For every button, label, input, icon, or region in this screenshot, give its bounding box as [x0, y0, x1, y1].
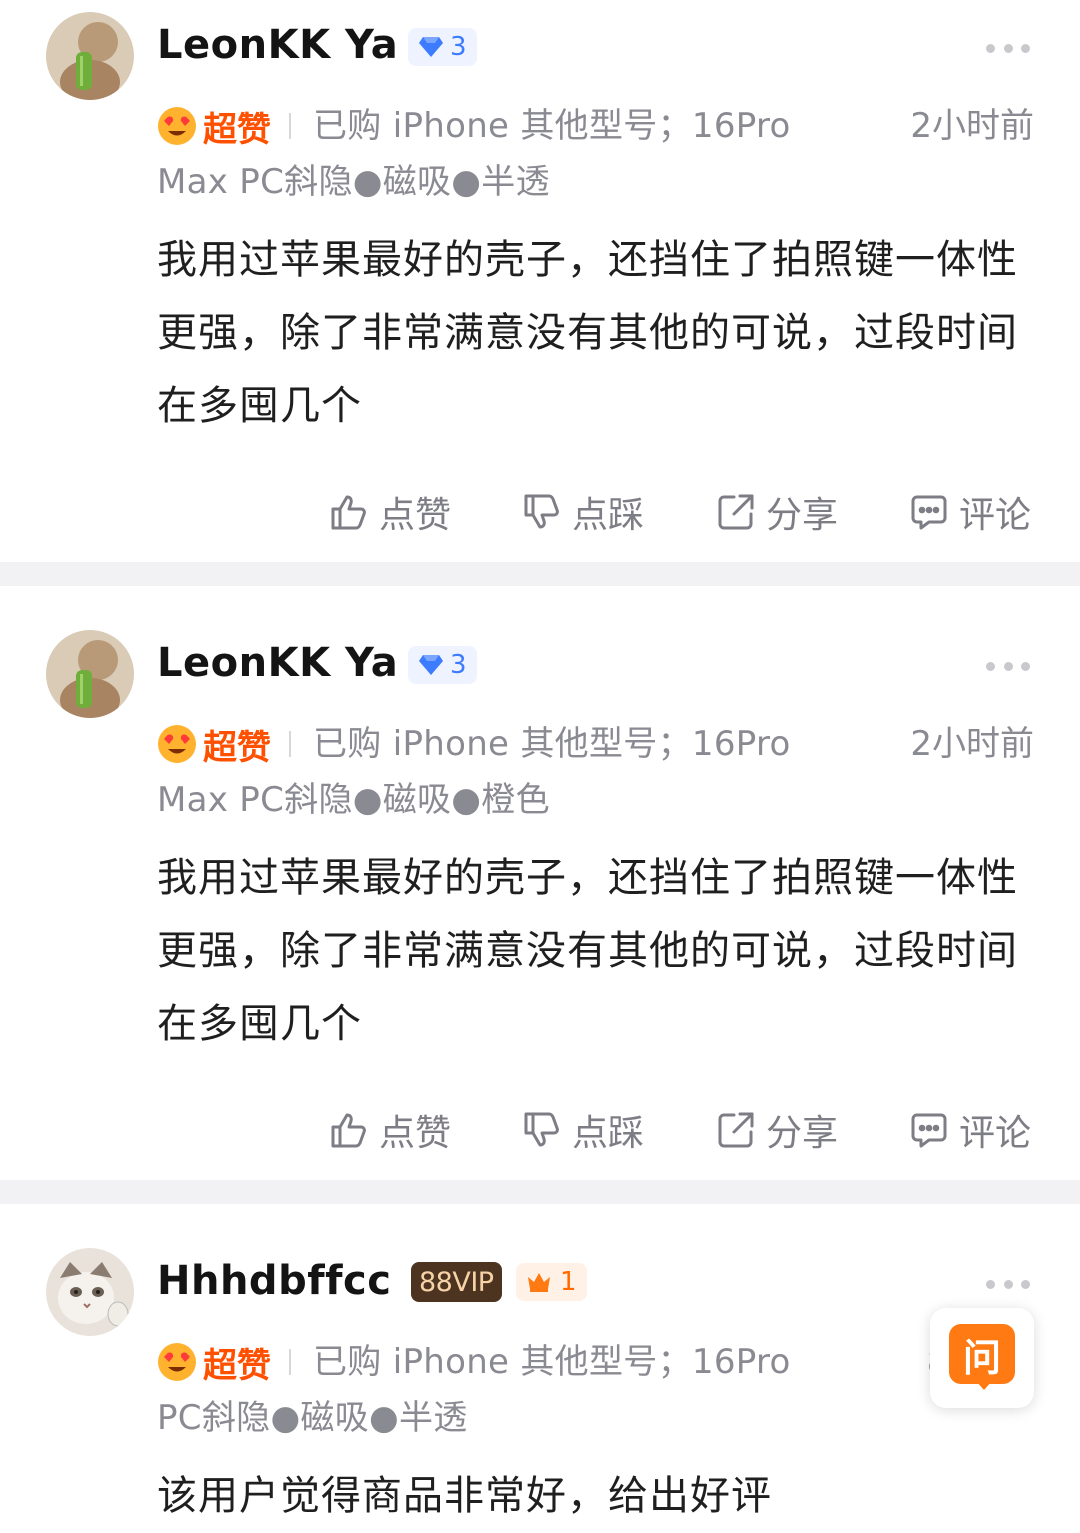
avatar[interactable] — [46, 630, 134, 718]
like-button[interactable]: 点赞 — [329, 486, 451, 538]
dislike-button[interactable]: 点踩 — [522, 1104, 644, 1156]
thumb-up-icon — [331, 495, 366, 530]
review-content: 我用过苹果最好的壳子，还挡住了拍照键一体性更强，除了非常满意没有其他的可说，过段… — [157, 855, 1018, 1047]
review-time: 2小时前 — [910, 106, 1034, 146]
level-badge: 3 — [408, 646, 477, 684]
level-badge: 1 — [516, 1263, 587, 1301]
vip-badge: 88VIP — [411, 1262, 502, 1302]
share-label: 分享 — [766, 495, 839, 536]
purchase-spec: 已购 iPhone 其他型号；16Pro Max PC斜隐●磁吸●橙色 — [157, 724, 791, 820]
comment-label: 评论 — [959, 495, 1032, 536]
purchase-spec: 已购 iPhone 其他型号；16Pro Max PC斜隐●磁吸●半透 — [157, 106, 791, 202]
action-bar: 点赞 点踩 分享 评论 — [0, 486, 1080, 536]
level-number: 1 — [560, 1267, 577, 1297]
review-card: Hhhdbffcc 88VIP 1 超赞 已购 iPhone 其他型号；16Pr… — [0, 1204, 1080, 1531]
like-label: 点赞 — [379, 1113, 452, 1154]
review-card: LeonKK Ya 3 超赞 已购 iPhone 其他型号；16Pro Max … — [0, 586, 1080, 1178]
ask-icon: 问 — [949, 1324, 1015, 1384]
thumb-down-icon — [524, 494, 559, 529]
username[interactable]: LeonKK Ya — [157, 640, 398, 686]
share-button[interactable]: 分享 — [716, 1104, 838, 1156]
avatar[interactable] — [46, 12, 134, 100]
level-number: 3 — [450, 32, 467, 62]
crown-icon — [528, 1273, 550, 1292]
level-number: 3 — [450, 650, 467, 680]
comment-label: 评论 — [959, 1113, 1032, 1154]
ask-label: 问 — [962, 1335, 1001, 1380]
comment-button[interactable]: 评论 — [909, 1104, 1031, 1156]
share-icon — [718, 1112, 754, 1148]
separator — [0, 1180, 1080, 1204]
review-time: 2小时前 — [910, 724, 1034, 764]
ask-icon-tail — [975, 1380, 993, 1390]
share-icon — [718, 494, 754, 530]
more-icon[interactable] — [986, 43, 1030, 53]
thumb-down-icon — [524, 1112, 559, 1147]
diamond-icon — [419, 655, 443, 675]
review-content: 我用过苹果最好的壳子，还挡住了拍照键一体性更强，除了非常满意没有其他的可说，过段… — [157, 237, 1018, 429]
more-icon[interactable] — [986, 1279, 1030, 1289]
share-button[interactable]: 分享 — [716, 486, 838, 538]
share-label: 分享 — [766, 1113, 839, 1154]
like-button[interactable]: 点赞 — [329, 1104, 451, 1156]
comment-button[interactable]: 评论 — [909, 486, 1031, 538]
ask-button[interactable]: 问 — [930, 1308, 1034, 1408]
dislike-label: 点踩 — [572, 495, 645, 536]
avatar[interactable] — [46, 1248, 134, 1336]
comment-icon — [911, 495, 947, 530]
dislike-label: 点踩 — [572, 1113, 645, 1154]
username[interactable]: Hhhdbffcc — [157, 1258, 391, 1304]
separator — [0, 562, 1080, 586]
dislike-button[interactable]: 点踩 — [522, 486, 644, 538]
diamond-icon — [419, 37, 443, 57]
comment-icon — [911, 1113, 947, 1148]
action-bar: 点赞 点踩 分享 评论 — [0, 1104, 1080, 1154]
more-icon[interactable] — [986, 661, 1030, 671]
review-card: LeonKK Ya 3 超赞 已购 iPhone 其他型号；16Pro Max … — [0, 0, 1080, 560]
level-badge: 3 — [408, 28, 477, 66]
like-label: 点赞 — [379, 495, 452, 536]
review-content: 该用户觉得商品非常好，给出好评 — [157, 1473, 772, 1519]
purchase-spec: 已购 iPhone 其他型号；16Pro PC斜隐●磁吸●半透 — [157, 1342, 791, 1438]
username[interactable]: LeonKK Ya — [157, 22, 398, 68]
thumb-up-icon — [331, 1113, 366, 1148]
